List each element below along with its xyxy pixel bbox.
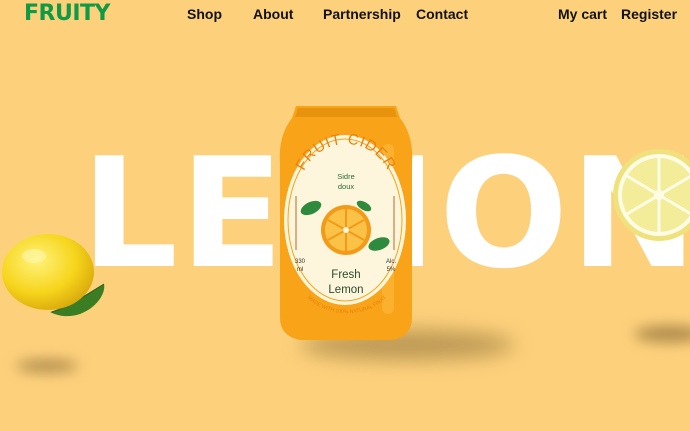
fruit-cider-can: FRUIT CIDER MADE WITH 100% NATURAL FRUIT… — [278, 104, 414, 344]
my-cart-link[interactable]: My cart — [558, 6, 607, 22]
nav-link-about[interactable]: About — [253, 6, 293, 22]
volume-value: 330 — [294, 259, 305, 265]
whole-lemon-image — [2, 234, 105, 317]
top-navbar: FRUITY Shop About Partnership Contact My… — [0, 0, 690, 30]
subtitle-line1: Sidre — [337, 172, 355, 181]
can-body: FRUIT CIDER MADE WITH 100% NATURAL FRUIT — [279, 106, 413, 340]
alcohol-label: Alc. — [385, 259, 396, 265]
register-link[interactable]: Register — [621, 6, 677, 22]
flavor-line2: Lemon — [328, 284, 364, 296]
fruity-logo[interactable]: FRUITY — [24, 1, 110, 26]
nav-link-partnership[interactable]: Partnership — [323, 6, 401, 22]
flavor-line1: Fresh — [331, 269, 361, 281]
nav-link-contact[interactable]: Contact — [416, 6, 468, 22]
slice-shadow — [634, 326, 690, 342]
subtitle-line2: doux — [337, 182, 355, 191]
volume-unit: ml — [296, 267, 304, 273]
lemon-shadow — [16, 360, 78, 372]
lemon-slice-image — [613, 149, 690, 241]
nav-link-shop[interactable]: Shop — [187, 6, 222, 22]
alcohol-value: 5% — [386, 267, 396, 273]
